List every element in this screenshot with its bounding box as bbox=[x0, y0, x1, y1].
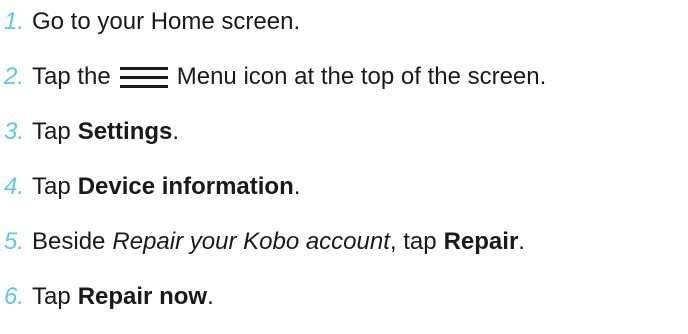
step-text: Tap Repair now. bbox=[32, 283, 214, 311]
step-6: 6. Tap Repair now. bbox=[0, 277, 214, 317]
step-text: Beside Repair your Kobo account, tap Repai… bbox=[32, 228, 525, 256]
step-text-segment: . bbox=[518, 228, 525, 255]
step-number: 3. bbox=[4, 118, 25, 145]
step-text: Tap Device information. bbox=[32, 173, 300, 201]
step-4: 4. Tap Device information. bbox=[0, 167, 300, 207]
step-number: 4. bbox=[4, 173, 25, 200]
step-number: 2. bbox=[4, 63, 25, 90]
instruction-steps: 1. Go to your Home screen. 2. Tap the Me… bbox=[0, 0, 688, 334]
step-text-segment: Tap bbox=[32, 173, 71, 200]
step-text-segment: Menu icon at the top of the screen. bbox=[176, 63, 547, 90]
step-bold-term: Settings bbox=[77, 118, 173, 145]
step-bold-term: Repair now bbox=[77, 283, 208, 310]
step-bold-term: Device information bbox=[77, 173, 294, 200]
step-1: 1. Go to your Home screen. bbox=[0, 2, 300, 42]
step-text-segment: . bbox=[172, 118, 180, 145]
step-number: 5. bbox=[4, 228, 25, 255]
step-italic-term: Repair your Kobo account bbox=[112, 228, 390, 255]
step-number: 1. bbox=[4, 8, 25, 35]
step-text-segment: Tap bbox=[32, 118, 71, 145]
step-text-segment: , tap bbox=[389, 228, 437, 255]
menu-icon bbox=[119, 66, 168, 88]
step-text-segment: Beside bbox=[32, 228, 106, 255]
step-5: 5. Beside Repair your Kobo account, tap Re… bbox=[0, 222, 525, 262]
step-text-segment: Go to your Home screen. bbox=[32, 8, 301, 35]
step-text: Go to your Home screen. bbox=[32, 8, 300, 36]
step-text-segment: Tap bbox=[32, 283, 71, 310]
step-text-segment: Tap the bbox=[32, 63, 111, 90]
step-number: 6. bbox=[4, 283, 25, 310]
step-2: 2. Tap the Menu icon at the top of the s… bbox=[0, 57, 546, 97]
step-3: 3. Tap Settings. bbox=[0, 112, 179, 152]
step-text: Tap Settings. bbox=[32, 118, 179, 146]
step-text-segment: . bbox=[293, 173, 301, 200]
step-text: Tap the Menu icon at the top of the scre… bbox=[32, 63, 546, 91]
step-text-segment: . bbox=[207, 283, 214, 310]
step-bold-term: Repair bbox=[443, 228, 519, 255]
